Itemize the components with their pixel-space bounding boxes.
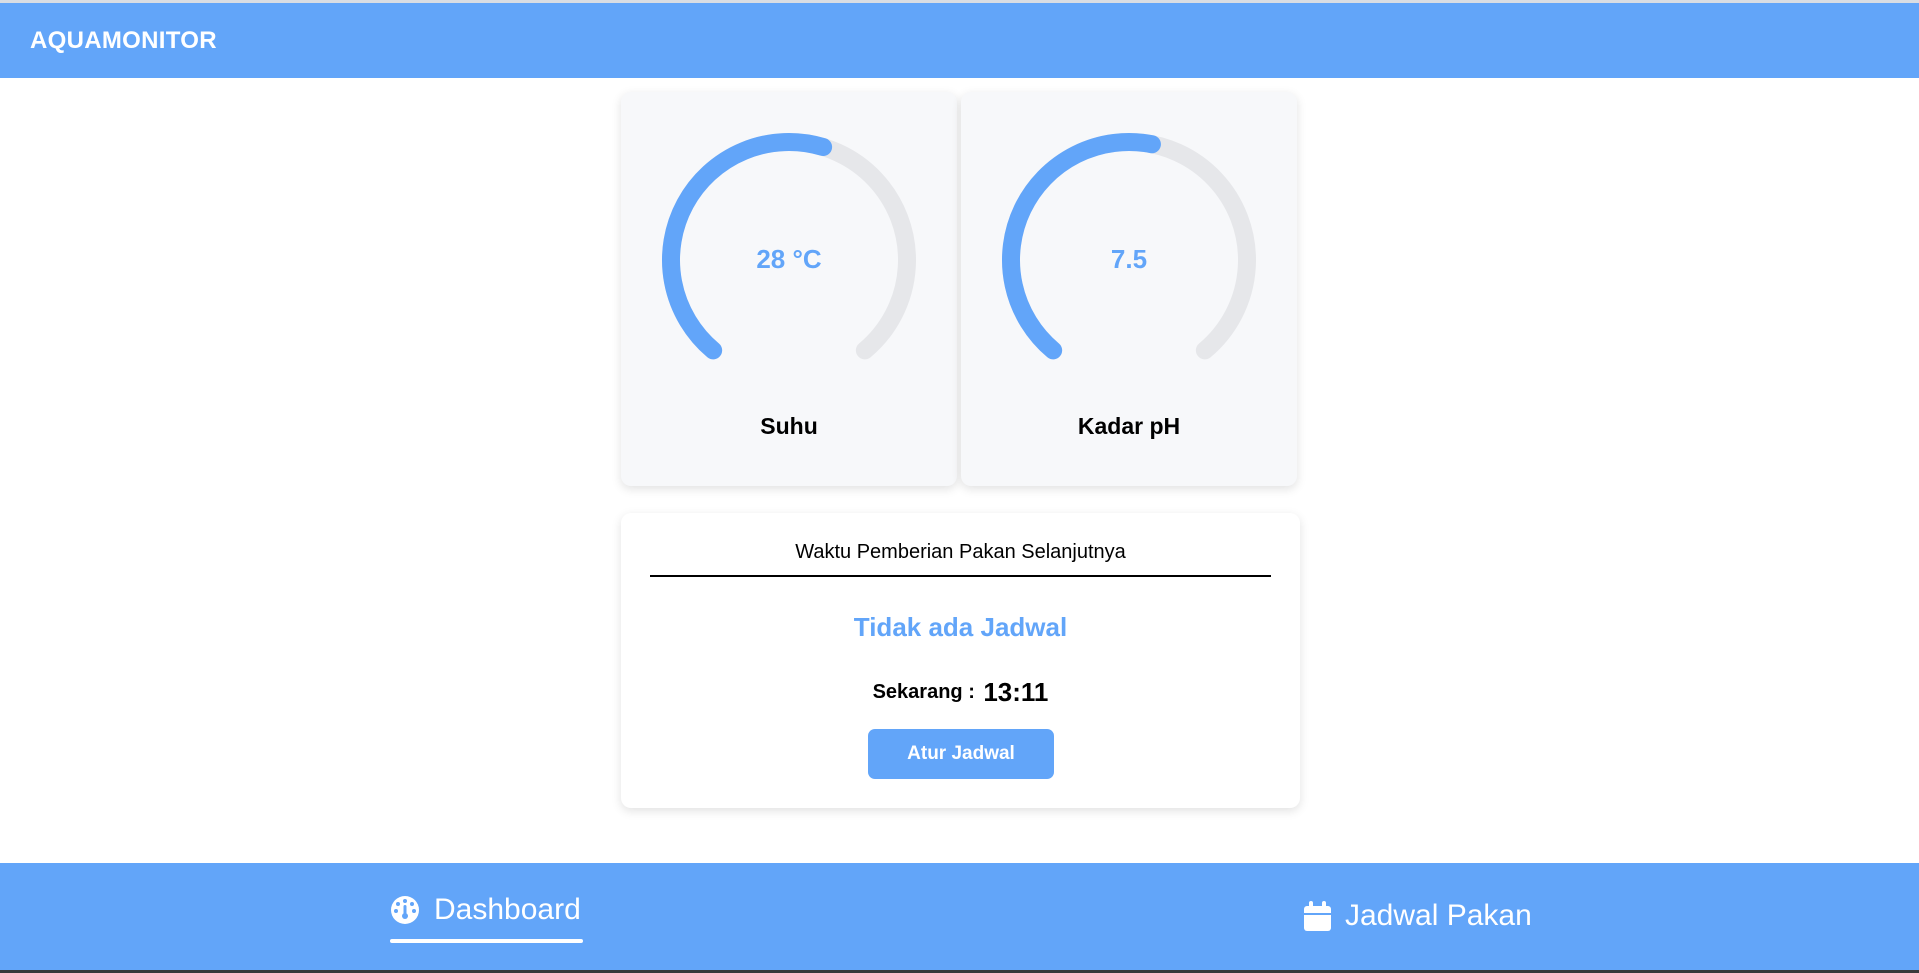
nav-item-jadwal-pakan[interactable]: Jadwal Pakan	[1304, 899, 1532, 933]
next-feeding-status: Tidak ada Jadwal	[853, 612, 1068, 642]
temperature-gauge	[662, 133, 916, 360]
ph-gauge-card: 7.5 Kadar pH	[961, 92, 1297, 486]
nav-label-dashboard: Dashboard	[434, 893, 581, 926]
bottom-navigation: Dashboard Jadwal Pakan	[0, 863, 1919, 970]
temperature-gauge-card: 28 °C Suhu	[621, 92, 957, 486]
app-title: AQUAMONITOR	[30, 26, 217, 54]
current-time-value: 13:11	[983, 677, 1049, 707]
feeding-card-title: Waktu Pemberian Pakan Selanjutnya	[795, 541, 1126, 563]
current-time-row: Sekarang : 13:11	[621, 677, 1300, 708]
nav-label-jadwal-pakan: Jadwal Pakan	[1345, 899, 1532, 932]
current-time-label: Sekarang :	[872, 681, 975, 703]
active-tab-indicator	[390, 939, 583, 943]
calendar-icon	[1304, 901, 1331, 931]
divider	[650, 575, 1271, 577]
temperature-label: Suhu	[760, 413, 818, 439]
set-schedule-button[interactable]: Atur Jadwal	[868, 729, 1054, 779]
app-header: AQUAMONITOR	[0, 3, 1919, 78]
ph-label: Kadar pH	[1077, 413, 1181, 439]
ph-value: 7.5	[1110, 244, 1148, 274]
dashboard-icon	[391, 896, 419, 924]
feeding-schedule-card: Waktu Pemberian Pakan Selanjutnya Tidak …	[621, 513, 1300, 808]
nav-item-dashboard[interactable]: Dashboard	[390, 893, 581, 927]
temperature-value: 28 °C	[756, 244, 822, 274]
ph-gauge	[1002, 133, 1256, 360]
